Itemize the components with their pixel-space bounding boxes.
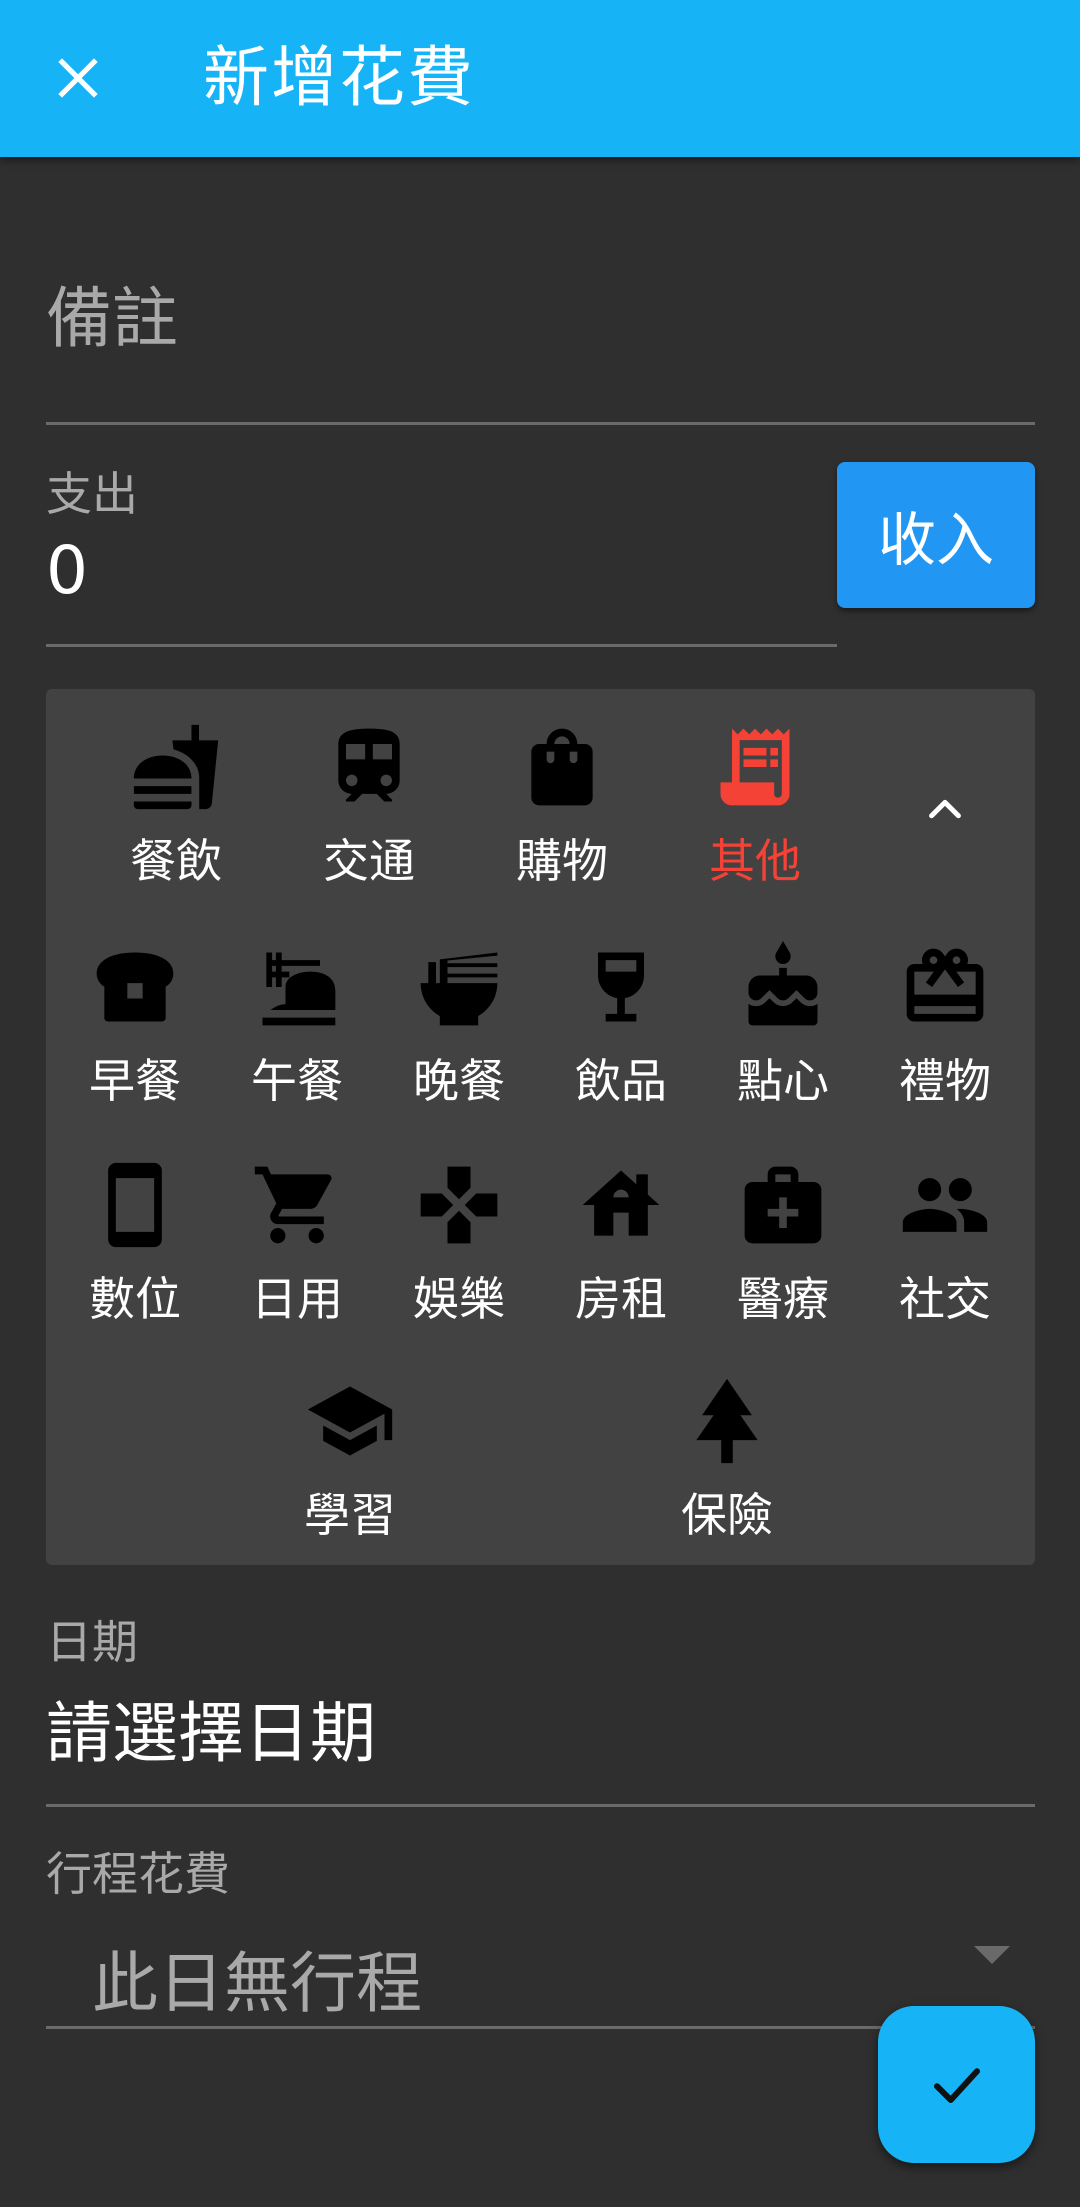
gamepad-icon [409,1155,509,1255]
shopping-bag-icon [512,717,612,817]
bento-icon [247,937,347,1037]
noodle-bowl-icon [409,937,509,1037]
gift-card-icon [895,937,995,1037]
category-breakfast[interactable]: 早餐 [55,937,215,1117]
category-insurance[interactable]: 保險 [647,1371,807,1551]
check-icon [933,2067,980,2103]
category-label: 飲品 [575,1054,667,1108]
chevron-up-icon [929,799,961,819]
close-button[interactable] [38,38,118,118]
category-label: 點心 [737,1054,829,1108]
close-icon [58,58,98,98]
category-other-selected[interactable]: 其他 [675,717,835,897]
category-dining[interactable]: 餐飲 [96,717,256,897]
category-label: 數位 [89,1272,181,1326]
category-panel: 餐飲 交通 購物 其他 早餐 午餐 晚餐 飲品 點心 禮物 數位 日用 娛樂 房… [46,689,1035,1565]
trip-label: 行程花費 [46,1847,230,1901]
category-label: 晚餐 [413,1054,505,1108]
category-label: 學習 [304,1488,396,1542]
app-bar: 新增花費 [0,0,1080,157]
category-label: 交通 [323,834,415,888]
category-label: 房租 [575,1272,667,1326]
category-dinner[interactable]: 晚餐 [379,937,539,1117]
category-label: 社交 [899,1272,991,1326]
category-label: 娛樂 [413,1272,505,1326]
people-icon [895,1155,995,1255]
date-picker-field[interactable]: 請選擇日期 [46,1680,376,1776]
category-gifts[interactable]: 禮物 [865,937,1025,1117]
trip-select[interactable]: 此日無行程 [92,1930,422,2026]
category-label: 餐飲 [130,834,222,888]
shopping-cart-icon [247,1155,347,1255]
house-icon [571,1155,671,1255]
dropdown-arrow-icon[interactable] [970,1942,1014,1972]
category-drinks[interactable]: 飲品 [541,937,701,1117]
category-rent[interactable]: 房租 [541,1155,701,1335]
category-lunch[interactable]: 午餐 [217,937,377,1117]
receipt-icon [705,717,805,817]
category-label: 午餐 [251,1054,343,1108]
income-toggle-button[interactable]: 收入 [837,462,1035,608]
category-label: 日用 [251,1272,343,1326]
wine-glass-icon [571,937,671,1037]
category-snacks[interactable]: 點心 [703,937,863,1117]
confirm-fab-button[interactable] [878,2006,1035,2163]
school-cap-icon [300,1371,400,1471]
smartphone-icon [85,1155,185,1255]
category-label: 其他 [709,834,801,888]
category-digital[interactable]: 數位 [55,1155,215,1335]
category-study[interactable]: 學習 [270,1371,430,1551]
category-label: 早餐 [89,1054,181,1108]
category-label: 購物 [516,834,608,888]
category-shopping[interactable]: 購物 [482,717,642,897]
category-medical[interactable]: 醫療 [703,1155,863,1335]
category-social[interactable]: 社交 [865,1155,1025,1335]
bread-icon [85,937,185,1037]
amount-label: 支出 [46,467,138,521]
medical-bag-icon [733,1155,833,1255]
category-label: 醫療 [737,1272,829,1326]
category-transport[interactable]: 交通 [289,717,449,897]
note-input[interactable]: 備註 [46,265,178,361]
category-label: 禮物 [899,1054,991,1108]
cake-icon [733,937,833,1037]
amount-underline [46,644,837,647]
date-label: 日期 [46,1615,138,1669]
page-title: 新增花費 [203,39,475,116]
category-label: 保險 [681,1488,773,1542]
amount-input[interactable]: 0 [46,532,88,609]
category-daily[interactable]: 日用 [217,1155,377,1335]
pine-tree-icon [677,1371,777,1471]
note-underline [46,422,1035,425]
date-underline [46,1804,1035,1807]
category-entertainment[interactable]: 娛樂 [379,1155,539,1335]
train-icon [319,717,419,817]
fastfood-icon [126,717,226,817]
collapse-categories-button[interactable] [890,760,1000,860]
